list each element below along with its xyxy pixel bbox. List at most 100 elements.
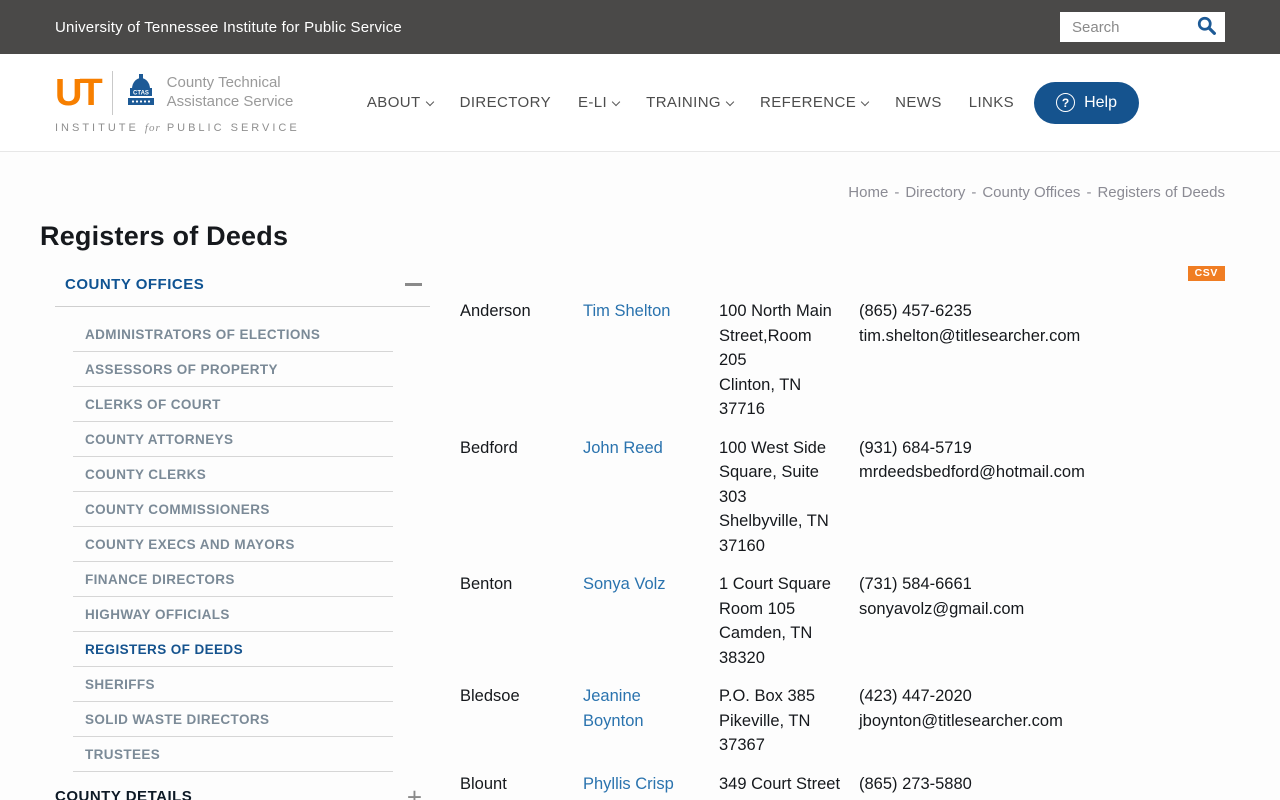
search-box [1060,12,1225,42]
email-text: sonyavolz@gmail.com [859,599,1025,618]
search-button[interactable] [1192,15,1225,39]
register-name-link[interactable]: Tim Shelton [583,302,670,320]
table-row: Benton Sonya Volz 1 Court Square Room 10… [460,572,1225,670]
sidebar-item-county-clerks[interactable]: COUNTY CLERKS [73,457,393,492]
accordion-county-offices[interactable]: COUNTY OFFICES [55,266,430,307]
sidebar-item-county-execs-and-mayors[interactable]: COUNTY EXECS AND MAYORS [73,527,393,562]
name-cell: John Reed [583,436,719,559]
search-icon [1196,15,1217,39]
contact-cell: (865) 273-5880 pcrisp@blounttn.org [859,772,1225,800]
phone-text: (865) 457-6235 [859,302,972,320]
county-cell: Blount [460,774,507,793]
table-row: Anderson Tim Shelton 100 North Main Stre… [460,299,1225,422]
chevron-down-icon [860,97,870,107]
county-offices-title: COUNTY OFFICES [65,276,205,293]
ctas-logo[interactable]: UT CTAS County Technical Assistance Serv… [55,71,300,134]
sidebar-item-county-attorneys[interactable]: COUNTY ATTORNEYS [73,422,393,457]
content-layout: COUNTY OFFICES ADMINISTRATORS OF ELECTIO… [0,266,1280,800]
breadcrumb-link[interactable]: County Offices [982,184,1080,201]
directory-main: CSV Anderson Tim Shelton 100 North Main … [460,266,1225,800]
contact-cell: (731) 584-6661 sonyavolz@gmail.com [859,572,1225,670]
main-nav: ABOUT DIRECTORY E-LI TRAINING REFERENCE … [367,94,1014,111]
register-name-link[interactable]: Jeanine Boynton [583,687,644,730]
chevron-down-icon [725,97,735,107]
logo-divider [111,71,113,115]
sidebar-item-administrators-of-elections[interactable]: ADMINISTRATORS OF ELECTIONS [73,317,393,352]
name-cell: Jeanine Boynton [583,684,719,758]
email-text: pcrisp@blounttn.org [859,796,1225,800]
email-text: mrdeedsbedford@hotmail.com [859,463,1085,481]
sidebar-item-trustees[interactable]: TRUSTEES [73,737,393,772]
sidebar-item-registers-of-deeds[interactable]: REGISTERS OF DEEDS [73,632,393,667]
address-cell: 349 Court Street [719,772,841,800]
contact-cell: (931) 684-5719 mrdeedsbedford@hotmail.co… [859,436,1225,559]
nav-item[interactable]: NEWS [895,94,942,111]
email-text: tim.shelton@titlesearcher.com [859,326,1081,345]
county-offices-list: ADMINISTRATORS OF ELECTIONS ASSESSORS OF … [73,317,393,772]
breadcrumb-link[interactable]: Home [848,184,888,201]
registers-table: Anderson Tim Shelton 100 North Main Stre… [460,299,1225,800]
capitol-icon: CTAS [125,72,157,115]
expand-plus-icon[interactable]: + [407,784,422,800]
county-cell: Anderson [460,302,531,320]
header: UT CTAS County Technical Assistance Serv… [0,54,1280,152]
csv-export-button[interactable]: CSV [1187,266,1225,281]
collapse-minus-icon[interactable] [405,283,422,286]
breadcrumb-link: Registers of Deeds [1097,184,1225,201]
register-name-link[interactable]: Sonya Volz [583,575,666,593]
sidebar-item-assessors-of-property[interactable]: ASSESSORS OF PROPERTY [73,352,393,387]
address-cell: 100 West Side Square, Suite 303 Shelbyvil… [719,436,841,559]
address-line: 100 West Side Square, Suite 303 [719,438,827,506]
sidebar-item-highway-officials[interactable]: HIGHWAY OFFICIALS [73,597,393,632]
county-cell: Benton [460,575,513,593]
table-row: Blount Phyllis Crisp 349 Court Street (8… [460,772,1225,800]
breadcrumb-separator: - [894,184,900,201]
institute-tagline: INSTITUTE for PUBLIC SERVICE [55,122,300,134]
sidebar-item-finance-directors[interactable]: FINANCE DIRECTORS [73,562,393,597]
nav-item[interactable]: E-LI [578,94,621,111]
address-line: 1 Court Square Room 105 [719,575,831,618]
org-name: County Technical Assistance Service [166,74,294,110]
phone-text: (931) 684-5719 [859,438,972,457]
sidebar-item-sheriffs[interactable]: SHERIFFS [73,667,393,702]
table-row: Bledsoe Jeanine Boynton P.O. Box 385 Pike… [460,684,1225,758]
address-cell: 100 North Main Street,Room 205 Clinton, T… [719,299,841,422]
svg-text:CTAS: CTAS [133,90,149,96]
phone-text: (865) 273-5880 [859,774,972,793]
nav-item[interactable]: TRAINING [646,94,735,111]
nav-item[interactable]: LINKS [969,94,1014,111]
contact-cell: (423) 447-2020 jboynton@titlesearcher.co… [859,684,1225,758]
question-mark-icon: ? [1056,93,1076,112]
register-name-link[interactable]: John Reed [583,439,663,457]
breadcrumb: Home - Directory - County Offices - Registers … [0,184,1225,201]
address-line: Clinton, TN 37716 [719,375,802,419]
nav-item[interactable]: DIRECTORY [460,94,551,111]
county-cell: Bledsoe [460,687,520,705]
chevron-down-icon [425,97,434,107]
help-label: Help [1084,93,1117,111]
name-cell: Tim Shelton [583,299,719,422]
breadcrumb-link[interactable]: Directory [905,184,965,201]
table-row: Bedford John Reed 100 West Side Square, … [460,436,1225,559]
nav-item[interactable]: REFERENCE [760,94,870,111]
accordion-county-details[interactable]: COUNTY DETAILS + [55,778,430,800]
site-title: University of Tennessee Institute for Pu… [55,18,402,36]
topbar: University of Tennessee Institute for Pu… [0,0,1280,54]
breadcrumb-separator: - [971,184,977,201]
county-details-title: COUNTY DETAILS [55,788,193,800]
address-line: Shelbyville, TN 37160 [719,512,829,555]
nav-item[interactable]: ABOUT [367,94,434,111]
search-input[interactable] [1072,18,1192,36]
sidebar-item-solid-waste-directors[interactable]: SOLID WASTE DIRECTORS [73,702,393,737]
breadcrumb-separator: - [1086,184,1092,201]
sidebar-item-county-commissioners[interactable]: COUNTY COMMISSIONERS [73,492,393,527]
sidebar-item-clerks-of-court[interactable]: CLERKS OF COURT [73,387,393,422]
help-button[interactable]: ? Help [1034,81,1139,124]
register-name-link[interactable]: Phyllis Crisp [583,775,674,793]
email-text: jboynton@titlesearcher.com [859,711,1063,730]
address-line: Camden, TN 38320 [719,624,813,667]
address-cell: P.O. Box 385 Pikeville, TN 37367 [719,684,841,758]
phone-text: (423) 447-2020 [859,687,972,705]
name-cell: Phyllis Crisp [583,772,719,800]
ut-logo: UT [55,72,103,114]
